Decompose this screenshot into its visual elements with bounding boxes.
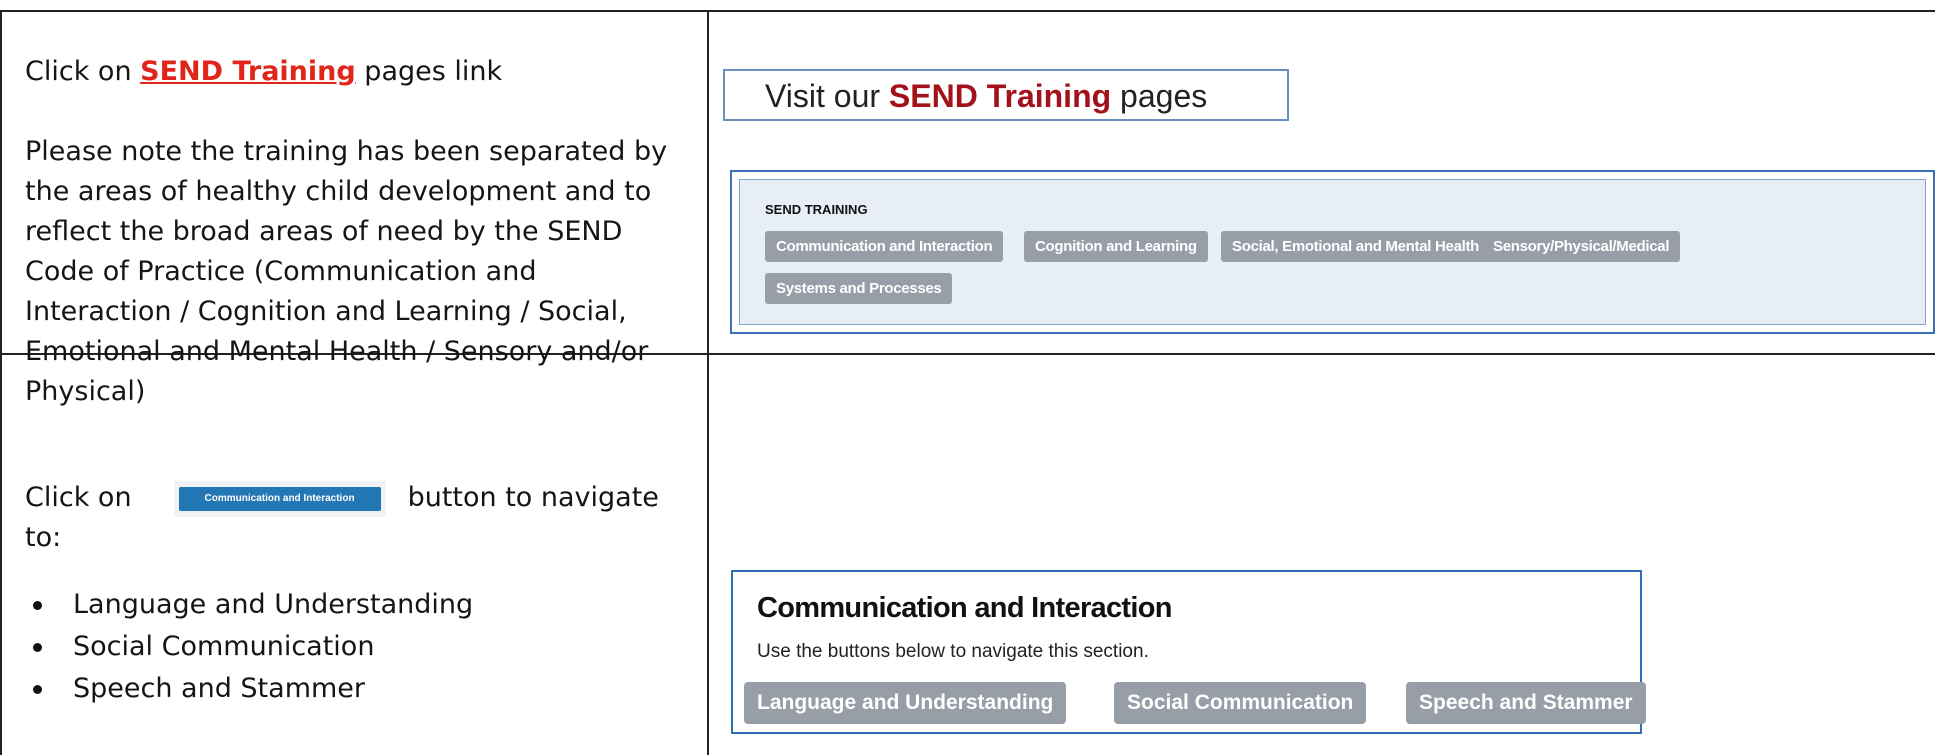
send-training-link[interactable]: SEND Training [140,56,356,87]
visit-text: Visit our SEND Training pages [765,78,1207,115]
visit-suffix: pages [1111,78,1208,114]
destination-list: Language and Understanding Social Commun… [25,584,685,710]
instruction-line2: to: [25,522,62,553]
visit-prefix: Visit our [765,78,889,114]
list-item-label: Speech and Stammer [73,673,366,704]
section-subtitle: Use the buttons below to navigate this s… [757,641,1149,662]
cognition-learning-button[interactable]: Cognition and Learning [1024,231,1208,262]
section-title: Communication and Interaction [757,592,1172,624]
instruction-text-suffix: pages link [355,56,503,87]
row1-instruction-cell: Click on SEND Training pages link Please… [25,52,675,412]
communication-interaction-section: Communication and Interaction Use the bu… [731,570,1646,734]
sensory-physical-medical-button[interactable]: Sensory/Physical/Medical [1482,231,1681,262]
social-emotional-mental-health-button[interactable]: Social, Emotional and Mental Health [1221,231,1491,262]
instruction-text: Click on [25,56,141,87]
training-note: Please note the training has been separa… [25,136,668,407]
row2-instruction-cell: Click on Communication and Interaction but… [25,478,685,710]
bullet-icon [33,685,42,694]
panel-title: SEND TRAINING [765,202,868,217]
speech-stammer-button[interactable]: Speech and Stammer [1406,682,1646,724]
list-item: Social Communication [25,626,685,668]
column-divider [707,10,709,755]
row2-instruction: Click on Communication and Interaction but… [25,478,685,518]
send-training-panel-inner: SEND TRAINING Communication and Interact… [739,179,1926,325]
inline-button-label: Communication and Interaction [178,486,381,511]
row1-instruction: Click on SEND Training pages link [25,52,675,92]
instruction-text: Click on [25,482,132,513]
bullet-icon [33,643,42,652]
list-item-label: Language and Understanding [73,589,474,620]
instruction-text-suffix: button to navigate [407,482,659,513]
list-item: Speech and Stammer [25,668,685,710]
table-top-border [0,10,1935,12]
communication-interaction-button[interactable]: Communication and Interaction [765,231,1004,262]
language-understanding-button[interactable]: Language and Understanding [744,682,1067,724]
send-training-panel: SEND TRAINING Communication and Interact… [730,170,1935,334]
bullet-icon [33,601,42,610]
list-item-label: Social Communication [73,631,375,662]
systems-processes-button[interactable]: Systems and Processes [765,273,953,304]
list-item: Language and Understanding [25,584,685,626]
visit-send-training-banner[interactable]: Visit our SEND Training pages [723,69,1289,121]
table-left-border [0,10,2,755]
visit-link[interactable]: SEND Training [889,78,1111,114]
social-communication-button[interactable]: Social Communication [1114,682,1367,724]
inline-communication-button: Communication and Interaction [173,480,386,517]
